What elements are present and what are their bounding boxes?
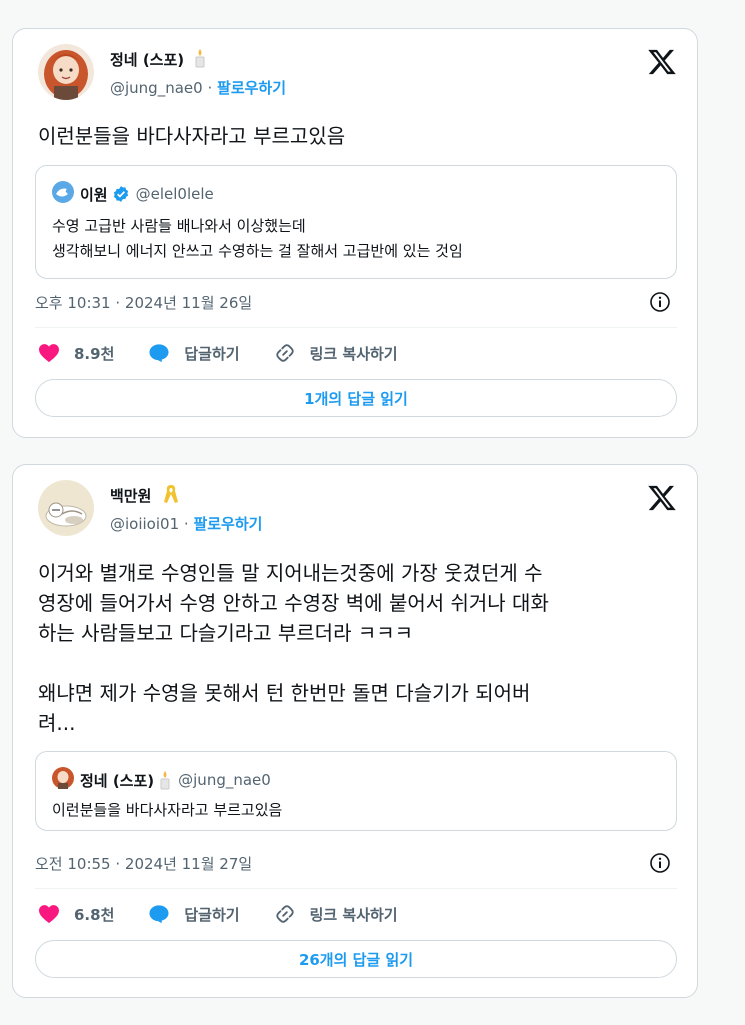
read-replies-button[interactable]: 1개의 답글 읽기 xyxy=(35,379,677,417)
quoted-tweet-header: 이원 @elel0lele xyxy=(52,181,214,207)
divider xyxy=(35,888,677,889)
copy-link-button[interactable]: 링크 복사하기 xyxy=(274,903,398,925)
reply-button[interactable]: 답글하기 xyxy=(148,343,240,364)
author-name[interactable]: 정네 (스포) xyxy=(110,51,184,69)
page: 정네 (스포) @jung_nae0 · 팔로우하기 이런분들을 바다사자라고 … xyxy=(0,0,745,1025)
quoted-author-name[interactable]: 이원 xyxy=(80,184,108,205)
tweet-text: 이거와 별개로 수영인들 말 지어내는것중에 가장 웃겼던게 수 영장에 들어가… xyxy=(38,561,549,735)
quoted-author-handle[interactable]: @elel0lele xyxy=(136,185,214,203)
quoted-tweet-text: 수영 고급반 사람들 배나와서 이상했는데 생각해보니 에너지 안쓰고 수영하는… xyxy=(52,217,463,260)
heart-icon xyxy=(39,344,59,363)
link-icon xyxy=(275,344,294,362)
tweet-header: 정네 (스포) @jung_nae0 · 팔로우하기 xyxy=(38,44,677,106)
candle-icon xyxy=(158,770,172,790)
x-logo-icon[interactable] xyxy=(647,47,677,77)
ribbon-icon xyxy=(157,485,179,505)
reply-label: 답글하기 xyxy=(184,905,240,924)
like-button[interactable]: 8.9천 xyxy=(38,343,114,364)
reply-icon xyxy=(149,905,169,924)
copy-link-label: 링크 복사하기 xyxy=(309,905,398,924)
author-handle[interactable]: @ioiioi01 xyxy=(110,515,179,533)
heart-icon xyxy=(39,905,59,924)
x-logo-icon[interactable] xyxy=(647,483,677,513)
divider xyxy=(35,327,677,328)
quoted-tweet-text: 이런분들을 바다사자라고 부르고있음 xyxy=(52,801,283,819)
copy-link-label: 링크 복사하기 xyxy=(309,344,398,363)
quoted-tweet[interactable]: 이원 @elel0lele 수영 고급반 사람들 배나와서 이상했는데 생각해보… xyxy=(35,165,677,279)
quoted-tweet[interactable]: 정네 (스포) @jung_nae0 이런분들을 바다사자라고 부르고있음 xyxy=(35,751,677,831)
quoted-author-handle[interactable]: @jung_nae0 xyxy=(178,771,271,789)
follow-button[interactable]: 팔로우하기 xyxy=(193,515,262,533)
avatar[interactable] xyxy=(38,44,94,100)
author-name[interactable]: 백만원 xyxy=(110,487,151,505)
action-bar: 6.8천 답글하기 링크 복사하기 xyxy=(38,902,677,926)
tweet-text: 이런분들을 바다사자라고 부르고있음 xyxy=(38,124,346,148)
action-bar: 8.9천 답글하기 링크 복사하기 xyxy=(38,341,677,365)
author-handle[interactable]: @jung_nae0 xyxy=(110,79,203,97)
author-name-line[interactable]: 백만원 xyxy=(110,484,179,506)
reply-label: 답글하기 xyxy=(184,344,240,363)
author-handle-line: @jung_nae0 · 팔로우하기 xyxy=(110,79,287,97)
follow-button[interactable]: 팔로우하기 xyxy=(217,79,286,97)
tweet-timestamp[interactable]: 오후 10:31 · 2024년 11월 26일 xyxy=(35,292,252,313)
quoted-author-name[interactable]: 정네 (스포) xyxy=(80,770,154,791)
like-count: 8.9천 xyxy=(74,344,115,363)
reply-icon xyxy=(149,344,169,363)
author-handle-line: @ioiioi01 · 팔로우하기 xyxy=(110,515,263,533)
copy-link-button[interactable]: 링크 복사하기 xyxy=(274,342,398,364)
like-count: 6.8천 xyxy=(74,905,115,924)
avatar xyxy=(52,767,74,793)
avatar xyxy=(52,181,74,207)
reply-button[interactable]: 답글하기 xyxy=(148,904,240,925)
verified-badge-icon xyxy=(112,185,130,203)
quoted-tweet-header: 정네 (스포) @jung_nae0 xyxy=(52,767,271,793)
tweet-timestamp[interactable]: 오전 10:55 · 2024년 11월 27일 xyxy=(35,853,252,874)
info-icon[interactable] xyxy=(649,852,671,874)
candle-icon xyxy=(189,49,207,69)
tweet-header: 백만원 @ioiioi01 · 팔로우하기 xyxy=(38,480,677,542)
tweet-card[interactable]: 백만원 @ioiioi01 · 팔로우하기 이거와 별개로 수영인들 말 지어내… xyxy=(12,464,698,998)
link-icon xyxy=(275,905,294,923)
info-icon[interactable] xyxy=(649,291,671,313)
tweet-card[interactable]: 정네 (스포) @jung_nae0 · 팔로우하기 이런분들을 바다사자라고 … xyxy=(12,28,698,438)
like-button[interactable]: 6.8천 xyxy=(38,904,114,925)
read-replies-button[interactable]: 26개의 답글 읽기 xyxy=(35,940,677,978)
avatar[interactable] xyxy=(38,480,94,536)
author-name-line[interactable]: 정네 (스포) xyxy=(110,48,207,70)
